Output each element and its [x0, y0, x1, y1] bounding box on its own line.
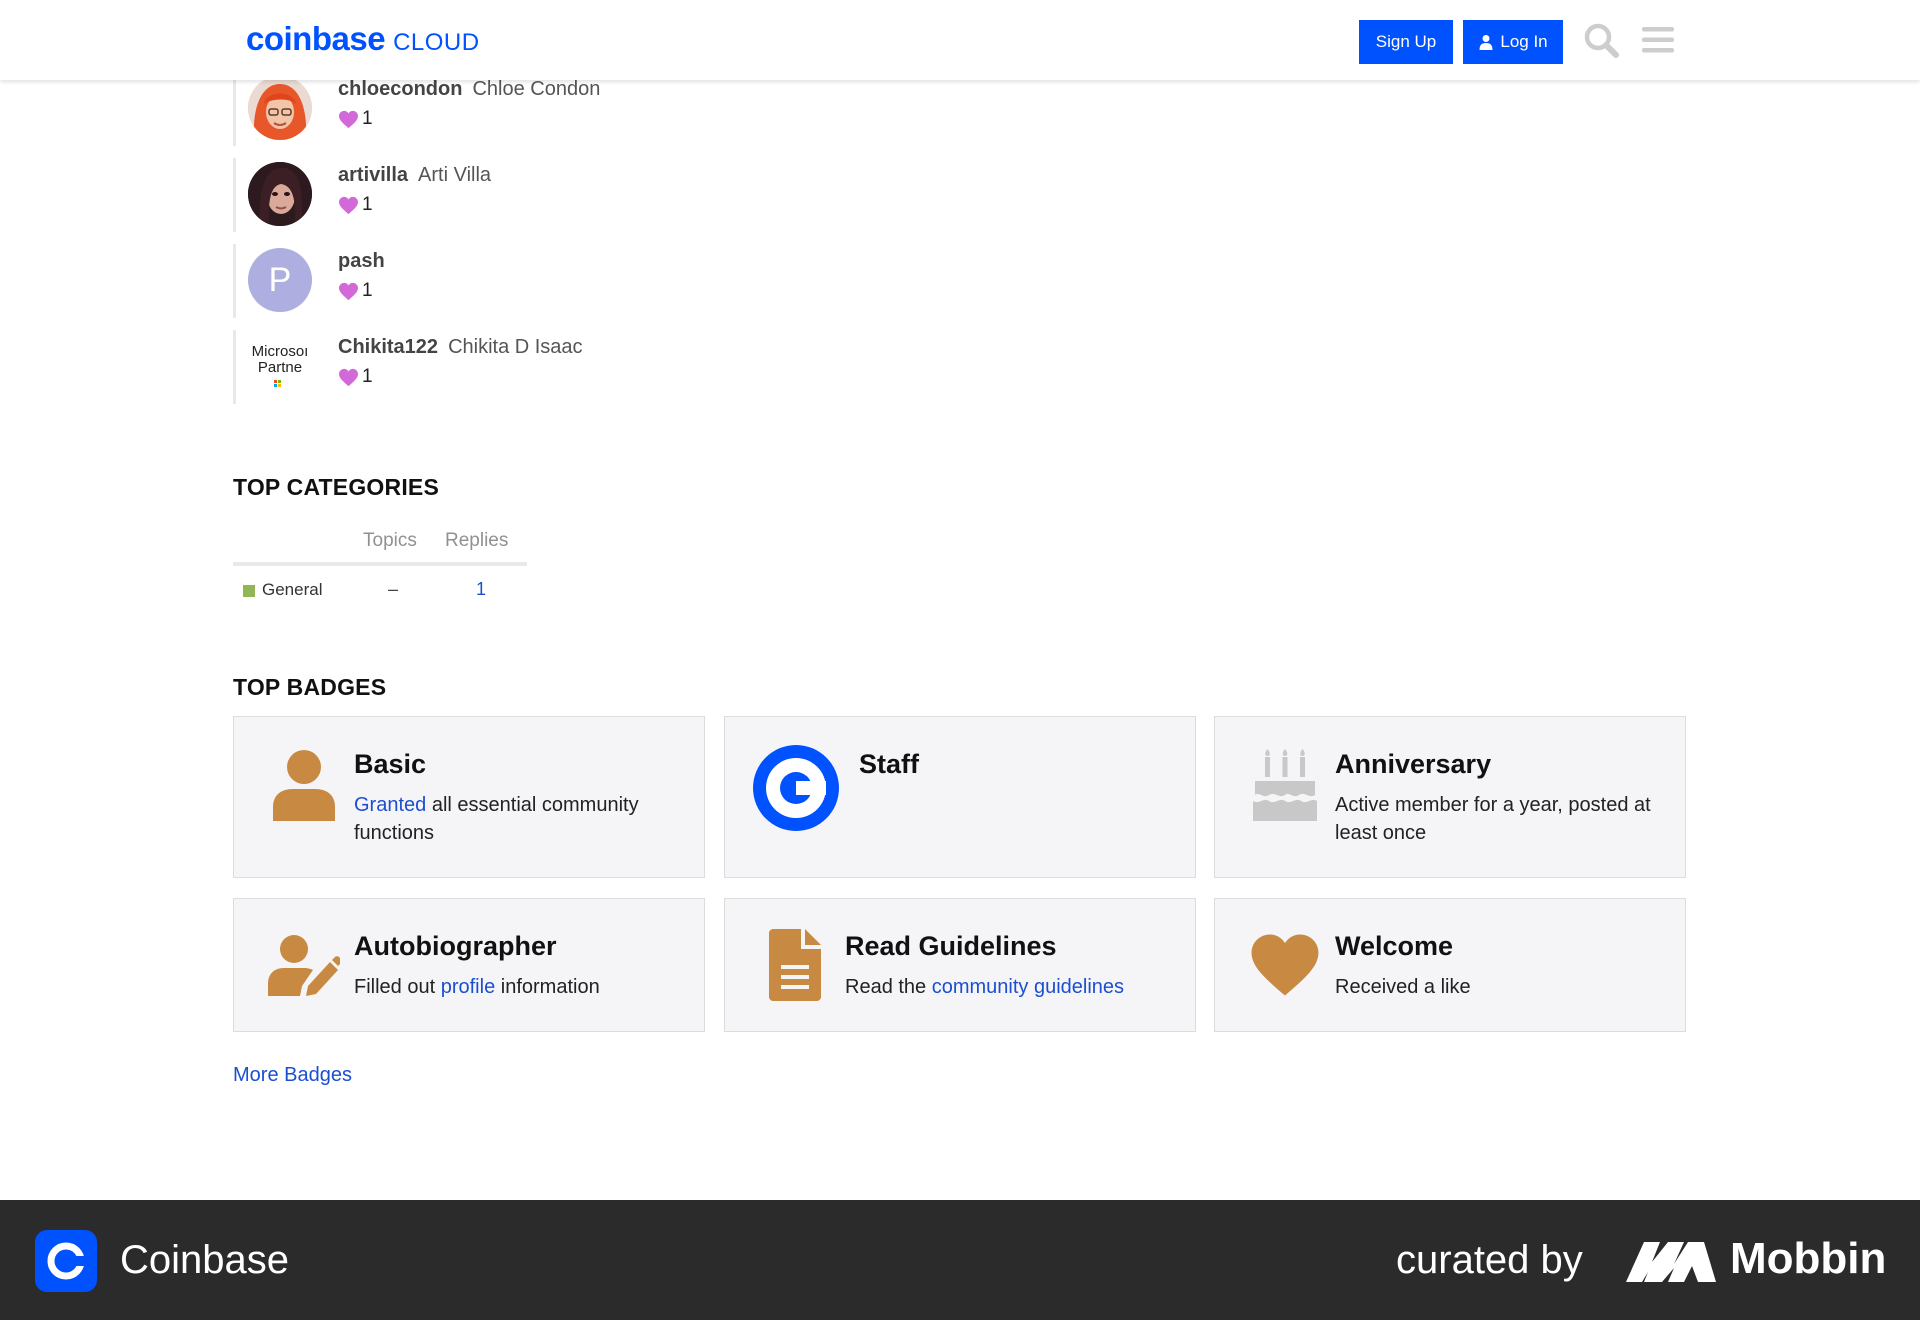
mobbin-footer: Coinbase curated by Mobbin: [0, 1200, 1920, 1320]
avatar[interactable]: [248, 76, 312, 140]
log-in-label: Log In: [1500, 32, 1548, 51]
liker-item: Microsoı Partne Chikita122 Chikita D Isaa…: [233, 330, 833, 404]
curated-by-text: curated by: [1396, 1238, 1583, 1282]
search-icon[interactable]: [1583, 22, 1619, 58]
category-topics: –: [388, 579, 399, 599]
like-count: 1: [338, 194, 373, 216]
liker-fullname: Chikita D Isaac: [448, 336, 583, 358]
logo-main: coinbase: [246, 20, 386, 57]
liker-username[interactable]: Chikita122 Chikita D Isaac: [338, 336, 583, 359]
like-count-text: 1: [362, 366, 373, 387]
badge-card-welcome[interactable]: Welcome Received a like: [1214, 898, 1686, 1032]
categories-table-header: Topics Replies: [233, 520, 527, 566]
badge-description: Read the community guidelines: [845, 973, 1165, 1001]
file-icon: [755, 925, 835, 1005]
badge-description-text: Filled out: [354, 976, 441, 998]
avatar[interactable]: Microsoı Partne: [248, 334, 312, 398]
like-count: 1: [338, 108, 373, 130]
liker-username[interactable]: chloecondon Chloe Condon: [338, 78, 600, 101]
top-badges-title: TOP BADGES: [233, 674, 387, 700]
badge-card-staff[interactable]: Staff: [724, 716, 1196, 878]
badge-name: Staff: [859, 749, 919, 779]
column-header-replies: Replies: [445, 530, 509, 551]
username-text: chloecondon: [338, 78, 463, 100]
badge-name: Basic: [354, 749, 427, 779]
liker-fullname: Chloe Condon: [472, 78, 601, 100]
logo-sub: CLOUD: [393, 29, 480, 56]
sign-up-button[interactable]: Sign Up: [1359, 20, 1453, 64]
badge-card-autobiographer[interactable]: Autobiographer Filled out profile inform…: [233, 898, 705, 1032]
username-text: artivilla: [338, 164, 409, 186]
heart-icon: [339, 196, 358, 214]
badge-description: Granted all essential community function…: [354, 791, 674, 847]
badge-name: Read Guidelines: [845, 931, 1057, 961]
profile-link[interactable]: profile: [441, 976, 495, 998]
badge-card-read-guidelines[interactable]: Read Guidelines Read the community guide…: [724, 898, 1196, 1032]
liker-item: artivilla Arti Villa 1: [233, 158, 833, 232]
column-header-topics: Topics: [363, 530, 417, 551]
category-name[interactable]: General: [262, 580, 322, 600]
avatar-letter: P: [268, 260, 292, 299]
hamburger-menu-icon[interactable]: [1641, 24, 1675, 56]
granted-link[interactable]: Granted: [354, 794, 426, 816]
like-count: 1: [338, 366, 373, 388]
avatar-photo: [248, 76, 312, 140]
top-categories-title: TOP CATEGORIES: [233, 474, 440, 500]
like-count-text: 1: [362, 280, 373, 301]
user-icon: [1479, 35, 1493, 50]
badge-description: Received a like: [1335, 976, 1471, 998]
app-name: Coinbase: [120, 1238, 290, 1282]
categories-table: Topics Replies General – 1: [233, 520, 527, 616]
site-header: coinbase CLOUD Sign Up Log In: [0, 0, 1920, 80]
like-count: 1: [338, 280, 373, 302]
heart-icon: [1245, 925, 1325, 1005]
liker-fullname: Arti Villa: [418, 164, 492, 186]
like-count-text: 1: [362, 108, 373, 129]
mobbin-brand: Mobbin: [1730, 1234, 1887, 1283]
mobbin-logo-icon: [1626, 1242, 1716, 1282]
liker-item: chloecondon Chloe Condon 1: [233, 72, 833, 146]
coinbase-app-icon: [35, 1230, 97, 1292]
heart-icon: [339, 282, 358, 300]
badge-name: Welcome: [1335, 931, 1454, 961]
heart-icon: [339, 368, 358, 386]
avatar-text: Partne: [257, 359, 303, 376]
badge-card-basic[interactable]: Basic Granted all essential community fu…: [233, 716, 705, 878]
coinbase-cloud-logo[interactable]: coinbase CLOUD: [246, 20, 480, 58]
avatar[interactable]: [248, 162, 312, 226]
more-badges-link[interactable]: More Badges: [233, 1064, 352, 1087]
badge-description-text: information: [495, 976, 600, 998]
badge-name: Anniversary: [1335, 749, 1492, 779]
liker-username[interactable]: artivilla Arti Villa: [338, 164, 491, 187]
table-row[interactable]: General – 1: [233, 566, 527, 616]
log-in-button[interactable]: Log In: [1463, 20, 1563, 64]
microsoft-logo-icon: [274, 380, 281, 387]
username-text: pash: [338, 250, 385, 272]
community-guidelines-link[interactable]: community guidelines: [932, 976, 1124, 998]
liker-username[interactable]: pash: [338, 250, 385, 273]
user-icon: [264, 745, 344, 825]
coinbase-icon: [753, 745, 839, 831]
badge-name: Autobiographer: [354, 931, 557, 961]
badge-card-anniversary[interactable]: Anniversary Active member for a year, po…: [1214, 716, 1686, 878]
like-count-text: 1: [362, 194, 373, 215]
badge-description: Filled out profile information: [354, 973, 674, 1001]
username-text: Chikita122: [338, 336, 439, 358]
badge-description: Active member for a year, posted at leas…: [1335, 794, 1651, 844]
heart-icon: [339, 110, 358, 128]
avatar-photo: [248, 162, 312, 226]
avatar[interactable]: P: [248, 248, 312, 312]
category-color-swatch: [243, 585, 255, 597]
category-replies[interactable]: 1: [476, 579, 486, 600]
user-edit-icon: [264, 925, 344, 1005]
birthday-cake-icon: [1245, 745, 1325, 825]
avatar-text: Microsoı: [251, 343, 309, 360]
liker-item: P pash 1: [233, 244, 833, 318]
badge-description-text: Read the: [845, 976, 932, 998]
